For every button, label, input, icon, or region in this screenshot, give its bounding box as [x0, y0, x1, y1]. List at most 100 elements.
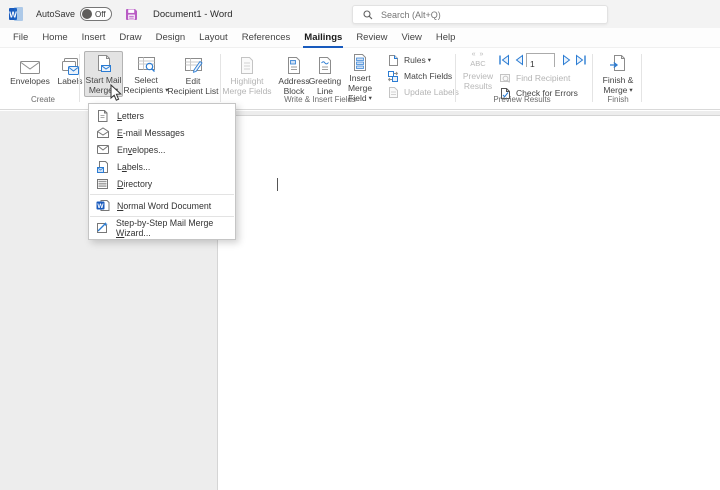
find-recipient-button: Find Recipient: [499, 71, 570, 85]
greeting-line-icon: [317, 51, 333, 76]
document-title: Document1 - Word: [153, 9, 233, 20]
envelopes-label: Envelopes: [10, 76, 50, 86]
menu-item-label: Step-by-Step Mail Merge Wizard...: [116, 218, 235, 238]
select-recipients-button[interactable]: Select Recipients: [125, 51, 167, 97]
edit-recipient-list-button[interactable]: Edit Recipient List: [167, 51, 219, 97]
group-separator: [455, 54, 456, 102]
dropdown-caret-icon: Recipients: [124, 85, 169, 97]
menu-item-email-messages[interactable]: E-mail Messages: [89, 124, 235, 141]
tab-layout[interactable]: Layout: [192, 28, 235, 48]
search-input[interactable]: [381, 10, 581, 20]
menu-item-label: E-mail Messages: [117, 128, 184, 138]
tab-file[interactable]: File: [6, 28, 35, 48]
edit-recipient-list-label-1: Edit: [186, 76, 201, 86]
select-recipients-icon: [136, 51, 157, 75]
group-separator: [592, 54, 593, 102]
ribbon-tab-bar: File Home Insert Draw Design Layout Refe…: [0, 28, 720, 48]
menu-item-label: Letters: [117, 111, 144, 121]
find-recipient-icon: [499, 72, 512, 84]
highlight-merge-fields-label-1: Highlight: [230, 76, 263, 86]
menu-item-label: Labels...: [117, 162, 150, 172]
tab-references[interactable]: References: [235, 28, 298, 48]
save-icon[interactable]: [125, 8, 138, 21]
email-messages-icon: [95, 126, 110, 140]
finish-merge-icon: [609, 51, 627, 75]
address-block-label-1: Address: [278, 76, 309, 86]
menu-item-labels[interactable]: Labels...: [89, 158, 235, 175]
match-fields-label: Match Fields: [404, 71, 452, 81]
labels-icon: [60, 51, 80, 76]
next-record-button[interactable]: [561, 54, 573, 66]
word-application-window: W AutoSave Off Document1 - Word File Hom…: [0, 0, 720, 490]
menu-separator: [90, 194, 234, 195]
menu-item-normal-word-document[interactable]: W Normal Word Document: [89, 197, 235, 214]
address-block-icon: [286, 51, 302, 76]
first-record-button[interactable]: [498, 54, 510, 66]
word-document-icon: W: [95, 199, 110, 213]
word-logo-icon: W: [9, 7, 23, 21]
edit-recipient-list-label-2: Recipient List: [167, 86, 218, 96]
last-record-button[interactable]: [575, 54, 587, 66]
tab-review[interactable]: Review: [349, 28, 394, 48]
document-page[interactable]: [217, 115, 720, 490]
menu-item-label: Directory: [117, 179, 152, 189]
rules-label: Rules: [404, 55, 431, 65]
tab-draw[interactable]: Draw: [112, 28, 148, 48]
update-labels-label: Update Labels: [404, 87, 459, 97]
previous-record-button[interactable]: [513, 54, 525, 66]
mail-merge-wizard-icon: [95, 221, 109, 235]
envelopes-button[interactable]: Envelopes: [8, 51, 52, 97]
tab-design[interactable]: Design: [149, 28, 193, 48]
start-mail-merge-dropdown-menu: Letters E-mail Messages Envelopes...: [88, 103, 236, 240]
finish-and-merge-button[interactable]: Finish & Merge: [597, 51, 639, 97]
menu-item-label: Normal Word Document: [117, 201, 211, 211]
select-recipients-label-1: Select: [134, 75, 158, 85]
tab-help[interactable]: Help: [429, 28, 463, 48]
match-fields-button[interactable]: Match Fields: [387, 69, 452, 83]
menu-item-letters[interactable]: Letters: [89, 107, 235, 124]
insert-merge-field-button[interactable]: Insert Merge Field: [337, 51, 383, 97]
tab-mailings[interactable]: Mailings: [297, 28, 349, 48]
ribbon: Envelopes Labels Create: [0, 48, 720, 110]
insert-merge-field-label-1: Insert Merge: [337, 73, 383, 93]
write-insert-fields-group-label: Write & Insert Fields: [240, 95, 400, 104]
tab-home[interactable]: Home: [35, 28, 74, 48]
menu-item-step-by-step-mail-merge-wizard[interactable]: Step-by-Step Mail Merge Wizard...: [89, 219, 235, 236]
menu-item-label: Envelopes...: [117, 145, 165, 155]
search-box[interactable]: [352, 5, 608, 24]
rules-button[interactable]: Rules: [387, 53, 431, 67]
group-separator: [79, 54, 80, 102]
text-cursor: [277, 178, 278, 191]
insert-merge-field-icon: [352, 51, 368, 73]
autosave-toggle[interactable]: Off: [80, 7, 112, 21]
title-bar: W AutoSave Off Document1 - Word: [0, 0, 720, 28]
finish-merge-label-1: Finish &: [603, 75, 634, 85]
labels-icon: [95, 160, 110, 174]
find-recipient-label: Find Recipient: [516, 73, 570, 83]
svg-text:W: W: [9, 11, 17, 20]
match-fields-icon: [387, 70, 400, 82]
menu-item-directory[interactable]: Directory: [89, 175, 235, 192]
autosave-label: AutoSave: [36, 9, 75, 19]
finish-group-label: Finish: [597, 95, 639, 104]
preview-results-button: « » ABC Preview Results: [458, 51, 498, 97]
envelope-icon: [19, 51, 41, 76]
preview-results-icon: « »: [458, 51, 498, 59]
autosave-state: Off: [95, 10, 106, 19]
preview-results-label-2: Results: [458, 81, 498, 91]
envelope-icon: [95, 143, 110, 157]
tab-view[interactable]: View: [394, 28, 428, 48]
search-icon: [363, 10, 373, 20]
tab-insert[interactable]: Insert: [75, 28, 113, 48]
menu-item-envelopes[interactable]: Envelopes...: [89, 141, 235, 158]
group-separator: [220, 54, 221, 102]
letters-document-icon: [95, 109, 110, 123]
record-number-input[interactable]: [527, 58, 554, 70]
labels-button[interactable]: Labels: [52, 51, 88, 97]
edit-recipient-list-icon: [183, 51, 204, 76]
highlight-merge-fields-button: Highlight Merge Fields: [222, 51, 272, 97]
record-number-box[interactable]: [526, 53, 555, 67]
highlight-merge-fields-icon: [239, 51, 255, 76]
preview-results-group-label: Preview Results: [460, 95, 584, 104]
start-mail-merge-icon: [95, 52, 113, 75]
